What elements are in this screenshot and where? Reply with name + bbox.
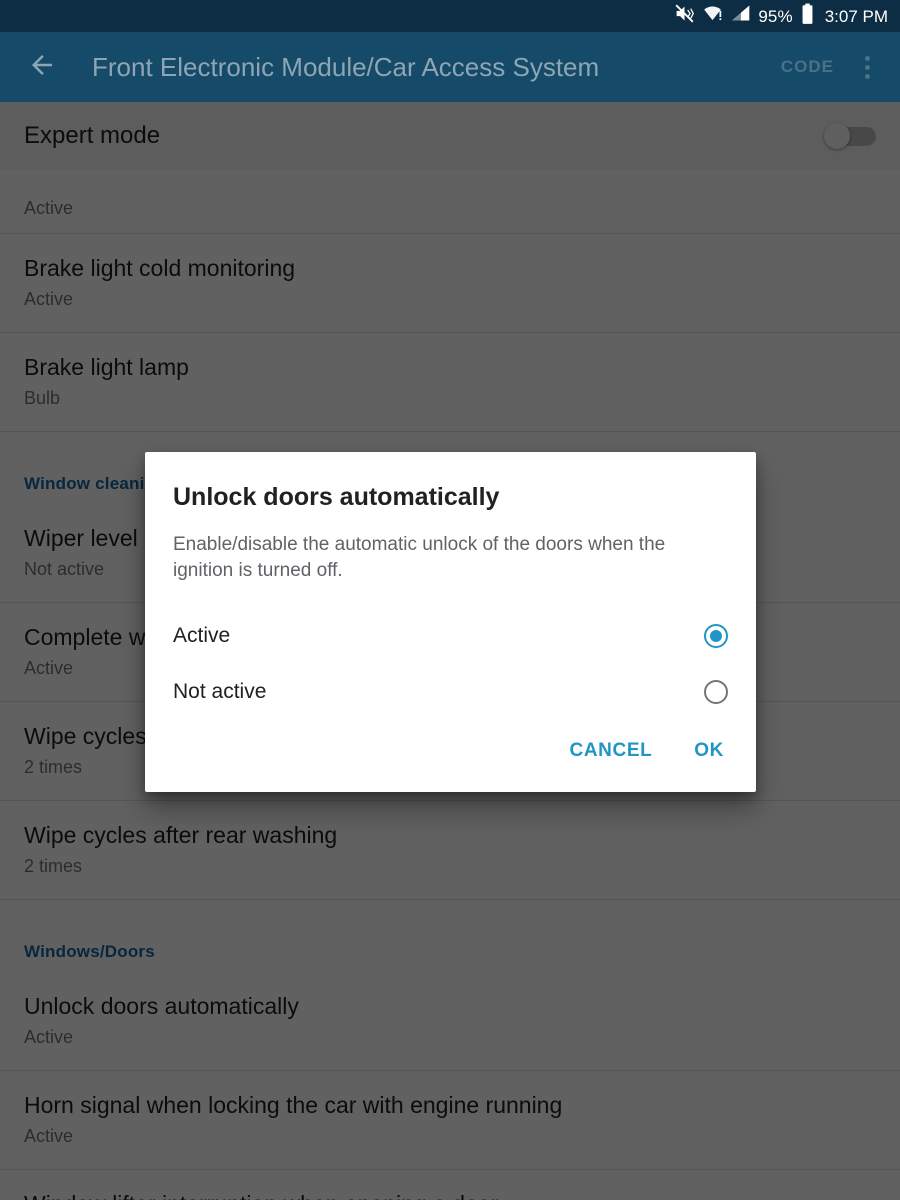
radio-option-label: Active (173, 624, 231, 648)
radio-option-label: Not active (173, 680, 267, 704)
status-icons: 95% 3:07 PM (674, 3, 888, 30)
cellular-signal-icon (730, 3, 751, 29)
radio-button-unselected-icon[interactable] (704, 680, 728, 705)
unlock-doors-dialog: Unlock doors automatically Enable/disabl… (145, 452, 756, 793)
radio-option-not-active[interactable]: Not active (145, 664, 756, 720)
radio-button-selected-icon[interactable] (704, 624, 728, 649)
more-vert-icon[interactable] (844, 39, 890, 95)
phone-screen: ActiveBrake light cold monitoringActiveB… (0, 0, 900, 1200)
status-bar: 95% 3:07 PM (0, 0, 900, 32)
dialog-radio-group[interactable]: Active Not active (145, 584, 756, 724)
overflow-dot (864, 64, 870, 70)
cancel-button[interactable]: CANCEL (556, 730, 667, 772)
overflow-dot (864, 73, 870, 79)
dialog-actions: CANCEL OK (145, 724, 756, 786)
radio-option-active[interactable]: Active (145, 608, 756, 664)
app-bar: Front Electronic Module/Car Access Syste… (0, 32, 900, 102)
battery-percent: 95% (758, 6, 793, 26)
code-button[interactable]: CODE (771, 57, 844, 77)
page-title: Front Electronic Module/Car Access Syste… (92, 51, 600, 82)
wifi-warning-icon (702, 3, 723, 29)
dialog-title: Unlock doors automatically (173, 483, 500, 511)
ok-button[interactable]: OK (680, 730, 738, 772)
battery-icon (800, 3, 815, 30)
dialog-message: Enable/disable the automatic unlock of t… (173, 534, 666, 582)
overflow-dot (864, 55, 870, 61)
arrow-back-icon (27, 50, 57, 85)
back-button[interactable] (14, 39, 70, 95)
mute-vibrate-off-icon (674, 3, 695, 29)
clock: 3:07 PM (824, 6, 888, 26)
